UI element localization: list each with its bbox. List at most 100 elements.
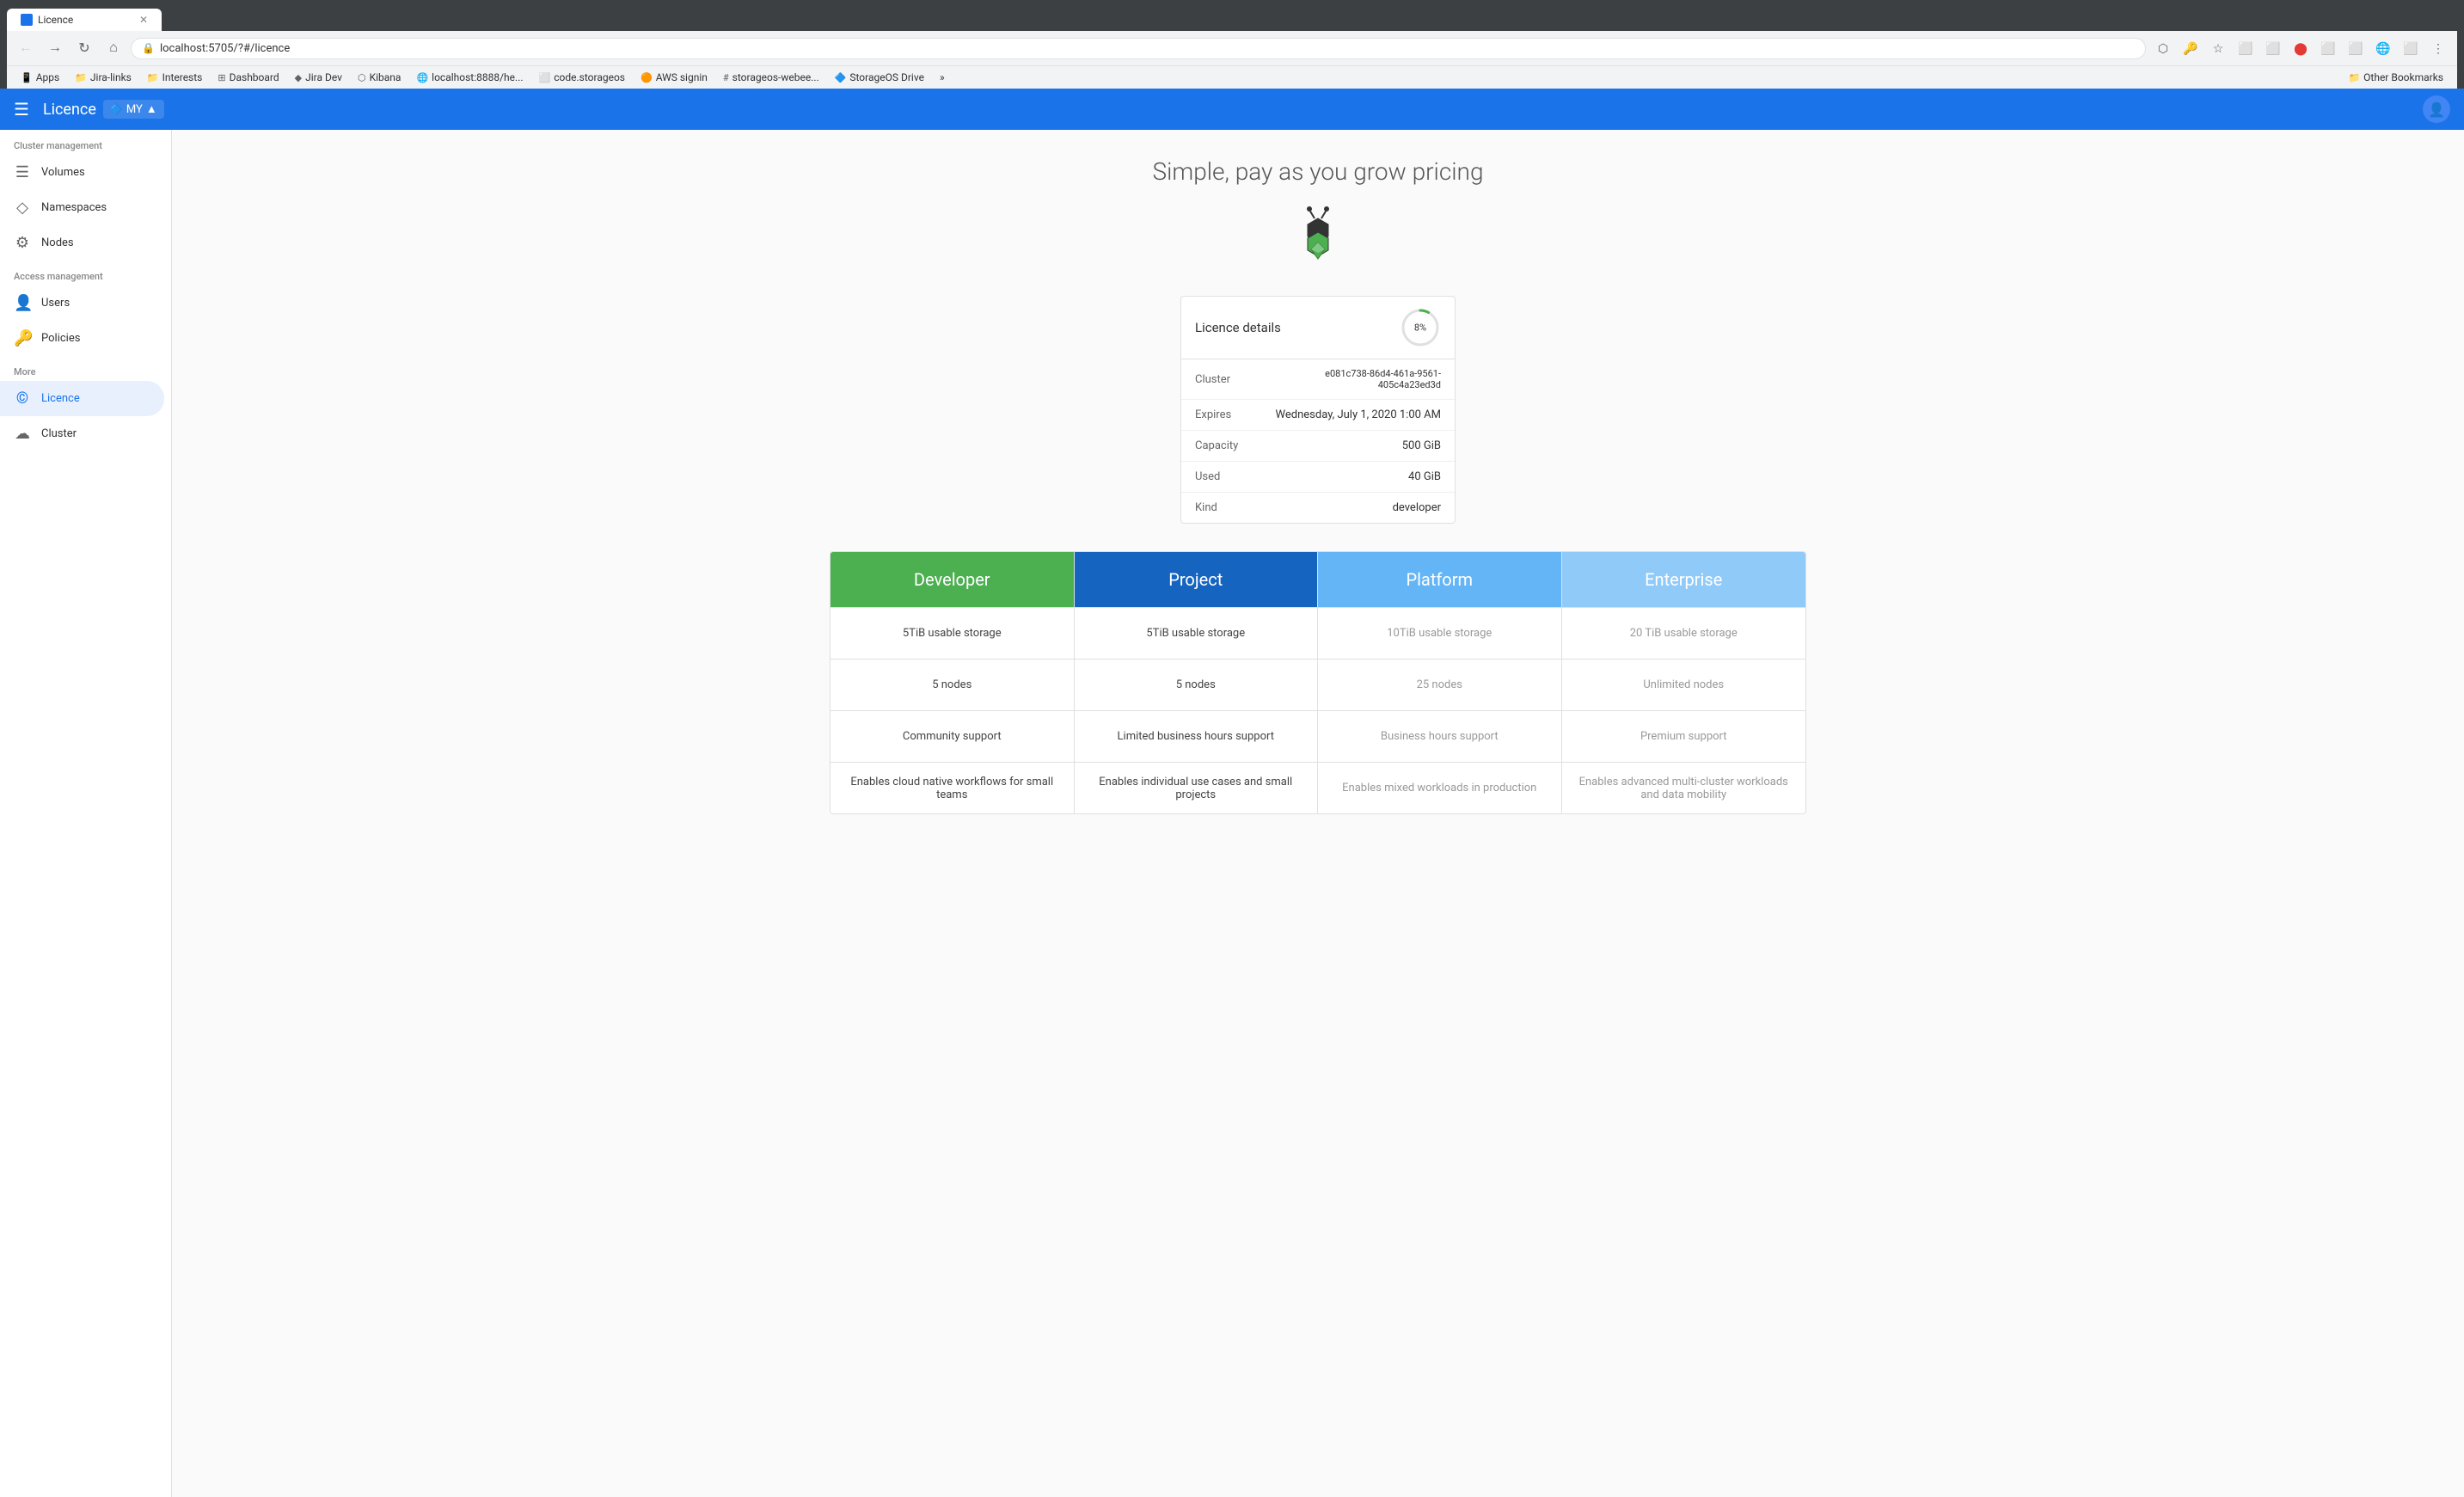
sidebar-namespaces-label: Namespaces — [41, 201, 107, 214]
developer-support: Community support — [831, 710, 1074, 762]
extension-3-button[interactable]: ⬤ — [2289, 36, 2313, 60]
sidebar-item-namespaces[interactable]: ◇ Namespaces — [0, 190, 164, 225]
sidebar-policies-label: Policies — [41, 332, 80, 345]
sidebar-cluster-label: Cluster — [41, 427, 77, 440]
tab-favicon — [21, 14, 33, 26]
bookmark-kibana[interactable]: ⬡ Kibana — [351, 69, 408, 86]
workspace-label: MY — [126, 103, 143, 116]
sidebar-item-nodes[interactable]: ⚙ Nodes — [0, 225, 164, 261]
bookmark-more[interactable]: » — [933, 69, 952, 86]
extension-6-button[interactable]: 🌐 — [2371, 36, 2395, 60]
menu-button[interactable]: ⋮ — [2426, 36, 2450, 60]
bee-icon — [1284, 203, 1352, 272]
app-container: ☰ Licence 🔷 MY ▲ 👤 Cluster management ☰ … — [0, 89, 2464, 1497]
tab-close-button[interactable]: ✕ — [139, 14, 148, 26]
cast-button[interactable]: ⬡ — [2151, 36, 2175, 60]
bookmark-localhost[interactable]: 🌐 localhost:8888/he... — [409, 69, 530, 86]
back-button[interactable]: ← — [14, 36, 38, 60]
drive-icon: 🔷 — [835, 72, 847, 83]
volumes-icon: ☰ — [14, 163, 31, 181]
key-button[interactable]: 🔑 — [2179, 36, 2203, 60]
avatar-icon: 👤 — [2428, 101, 2445, 118]
bookmark-jira-dev-label: Jira Dev — [305, 71, 342, 83]
developer-storage: 5TiB usable storage — [831, 607, 1074, 659]
address-bar[interactable]: 🔒 localhost:5705/?#/licence — [131, 38, 2146, 59]
bookmark-storageos-web-label: storageos-webee... — [732, 71, 819, 83]
extension-7-button[interactable]: ⬜ — [2399, 36, 2423, 60]
reload-button[interactable]: ↻ — [72, 36, 96, 60]
bookmark-button[interactable]: ☆ — [2206, 36, 2230, 60]
bookmark-dashboard[interactable]: ⊞ Dashboard — [211, 69, 285, 86]
main-layout: Cluster management ☰ Volumes ◇ Namespace… — [0, 130, 2464, 1497]
bookmark-storageos-drive[interactable]: 🔷 StorageOS Drive — [828, 69, 931, 86]
active-tab[interactable]: Licence ✕ — [7, 9, 162, 31]
sidebar-nodes-label: Nodes — [41, 236, 74, 249]
platform-description: Enables mixed workloads in production — [1318, 762, 1561, 813]
sidebar-item-volumes[interactable]: ☰ Volumes — [0, 155, 164, 190]
sidebar-volumes-label: Volumes — [41, 166, 85, 179]
extension-2-button[interactable]: ⬜ — [2261, 36, 2285, 60]
header-avatar[interactable]: 👤 — [2423, 95, 2450, 123]
bookmark-code-storageos[interactable]: ⬜ code.storageos — [532, 69, 632, 86]
cluster-icon: ☁ — [14, 425, 31, 443]
enterprise-nodes: Unlimited nodes — [1562, 659, 1806, 710]
app-header: ☰ Licence 🔷 MY ▲ 👤 — [0, 89, 2464, 130]
content-area: Simple, pay as you grow pricing — [172, 130, 2464, 1497]
bookmark-interests[interactable]: 📁 Interests — [140, 69, 210, 86]
developer-description: Enables cloud native workflows for small… — [831, 762, 1074, 813]
developer-plan-header: Developer — [831, 552, 1074, 607]
extension-5-button[interactable]: ⬜ — [2344, 36, 2368, 60]
platform-plan-header: Platform — [1318, 552, 1561, 607]
home-button[interactable]: ⌂ — [101, 36, 126, 60]
content-inner: Simple, pay as you grow pricing — [802, 130, 1834, 842]
link-icon: 🌐 — [416, 72, 428, 83]
bookmark-dashboard-label: Dashboard — [230, 71, 279, 83]
licence-card: Licence details 8% Cluster e081c738-86d4… — [1180, 296, 1456, 524]
bookmark-jira-links[interactable]: 📁 Jira-links — [68, 69, 138, 86]
licence-expires-value: Wednesday, July 1, 2020 1:00 AM — [1264, 408, 1441, 421]
enterprise-plan-col: Enterprise 20 TiB usable storage Unlimit… — [1562, 552, 1806, 813]
sidebar-item-cluster[interactable]: ☁ Cluster — [0, 416, 164, 451]
licence-used-label: Used — [1195, 470, 1264, 483]
bookmark-interests-label: Interests — [162, 71, 203, 83]
licence-kind-value: developer — [1264, 501, 1441, 514]
app-title: Licence — [43, 101, 96, 119]
bookmark-jira-dev[interactable]: ◆ Jira Dev — [288, 69, 349, 86]
menu-icon[interactable]: ☰ — [14, 99, 29, 120]
licence-used-value: 40 GiB — [1264, 470, 1441, 483]
access-management-label: Access management — [0, 261, 171, 285]
enterprise-plan-name: Enterprise — [1645, 569, 1722, 590]
platform-storage: 10TiB usable storage — [1318, 607, 1561, 659]
folder-icon: 📁 — [75, 72, 87, 83]
bookmark-more-label: » — [940, 71, 945, 83]
forward-button[interactable]: → — [43, 36, 67, 60]
sidebar-item-users[interactable]: 👤 Users — [0, 285, 164, 321]
toolbar-icons: ⬡ 🔑 ☆ ⬜ ⬜ ⬤ ⬜ ⬜ 🌐 ⬜ ⋮ — [2151, 36, 2450, 60]
hash-icon: # — [723, 72, 729, 83]
sidebar-item-policies[interactable]: 🔑 Policies — [0, 321, 164, 356]
nodes-icon: ⚙ — [14, 234, 31, 252]
bookmark-other[interactable]: 📁 Other Bookmarks — [2341, 69, 2450, 86]
browser-chrome: Licence ✕ ← → ↻ ⌂ 🔒 localhost:5705/?#/li… — [0, 0, 2464, 89]
bookmark-storageos-web[interactable]: # storageos-webee... — [716, 69, 826, 86]
sidebar-item-licence[interactable]: © Licence — [0, 381, 164, 416]
platform-nodes: 25 nodes — [1318, 659, 1561, 710]
grid-icon: ⊞ — [218, 72, 225, 83]
bookmark-aws[interactable]: 🟠 AWS signin — [634, 69, 714, 86]
developer-nodes: 5 nodes — [831, 659, 1074, 710]
folder-icon: 📁 — [2348, 72, 2360, 83]
sidebar-users-label: Users — [41, 297, 70, 310]
policies-icon: 🔑 — [14, 329, 31, 347]
tab-title: Licence — [38, 14, 73, 26]
extension-4-button[interactable]: ⬜ — [2316, 36, 2340, 60]
project-support: Limited business hours support — [1075, 710, 1318, 762]
extension-1-button[interactable]: ⬜ — [2234, 36, 2258, 60]
bookmarks-bar: 📱 Apps 📁 Jira-links 📁 Interests ⊞ Dashbo… — [7, 65, 2457, 89]
bookmark-apps[interactable]: 📱 Apps — [14, 69, 66, 86]
project-description: Enables individual use cases and small p… — [1075, 762, 1318, 813]
workspace-selector[interactable]: 🔷 MY ▲ — [103, 100, 164, 119]
licence-capacity-value: 500 GiB — [1264, 439, 1441, 452]
more-label: More — [0, 356, 171, 381]
licence-kind-row: Kind developer — [1181, 493, 1455, 523]
kibana-icon: ⬡ — [358, 72, 366, 83]
